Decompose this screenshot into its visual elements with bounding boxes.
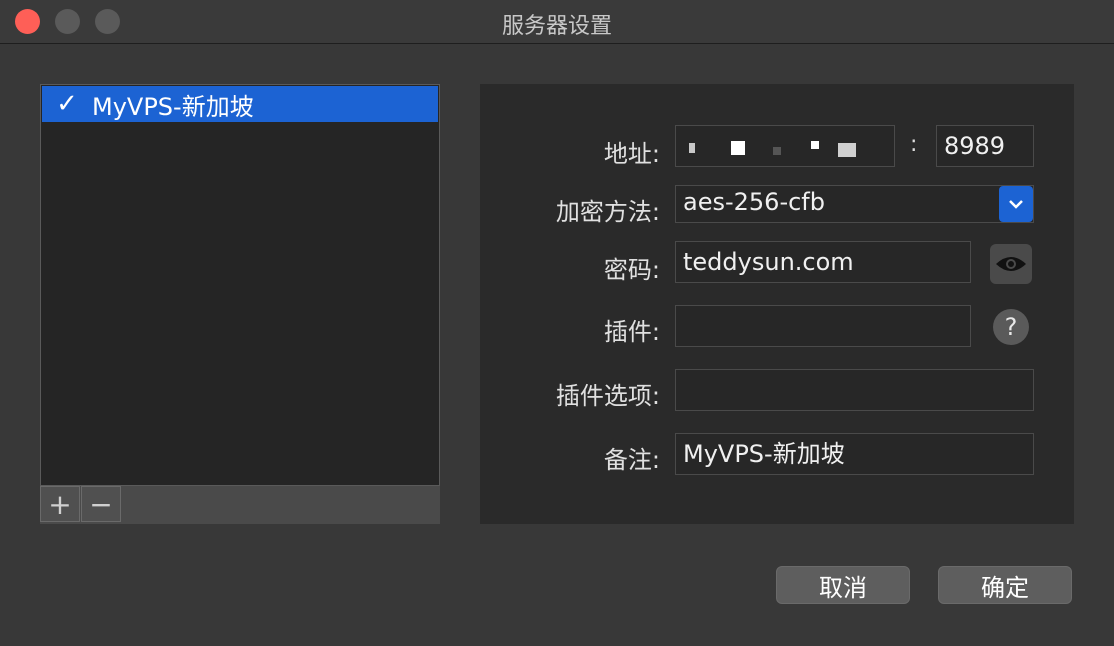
- port-field[interactable]: 8989: [936, 125, 1034, 167]
- toggle-password-visibility-button[interactable]: [990, 244, 1032, 284]
- eye-icon: [996, 257, 1026, 271]
- password-field[interactable]: teddysun.com: [675, 241, 971, 283]
- cancel-button[interactable]: 取消: [776, 566, 910, 604]
- remark-label: 备注:: [603, 446, 660, 474]
- port-separator: :: [910, 132, 918, 157]
- server-name: MyVPS-新加坡: [92, 92, 254, 121]
- address-label: 地址:: [603, 140, 660, 168]
- encryption-select[interactable]: aes-256-cfb: [675, 185, 1034, 223]
- password-label: 密码:: [603, 256, 660, 284]
- plugin-label: 插件:: [603, 318, 660, 346]
- chevron-down-icon[interactable]: [999, 186, 1033, 222]
- plugin-options-label: 插件选项:: [555, 382, 660, 410]
- redacted-address: [689, 141, 856, 157]
- ok-button[interactable]: 确定: [938, 566, 1072, 604]
- server-settings-window: 服务器设置 ✓ MyVPS-新加坡 + − 地址: : 8989 加密方法: a…: [0, 0, 1114, 646]
- add-server-button[interactable]: +: [40, 486, 80, 522]
- titlebar: 服务器设置: [0, 0, 1114, 44]
- address-field[interactable]: [675, 125, 895, 167]
- server-form-panel: 地址: : 8989 加密方法: aes-256-cfb 密码: teddysu…: [480, 84, 1074, 524]
- plugin-options-field[interactable]: [675, 369, 1034, 411]
- plugin-field[interactable]: [675, 305, 971, 347]
- encryption-label: 加密方法:: [555, 198, 660, 226]
- remark-field[interactable]: MyVPS-新加坡: [675, 433, 1034, 475]
- server-list-item[interactable]: ✓ MyVPS-新加坡: [42, 86, 438, 122]
- window-title: 服务器设置: [501, 14, 612, 39]
- help-icon[interactable]: ?: [993, 309, 1029, 345]
- checkmark-icon: ✓: [56, 89, 78, 119]
- server-list-toolbar: + −: [40, 486, 440, 524]
- server-list[interactable]: ✓ MyVPS-新加坡: [40, 84, 440, 486]
- encryption-value: aes-256-cfb: [683, 188, 825, 216]
- remove-server-button[interactable]: −: [81, 486, 121, 522]
